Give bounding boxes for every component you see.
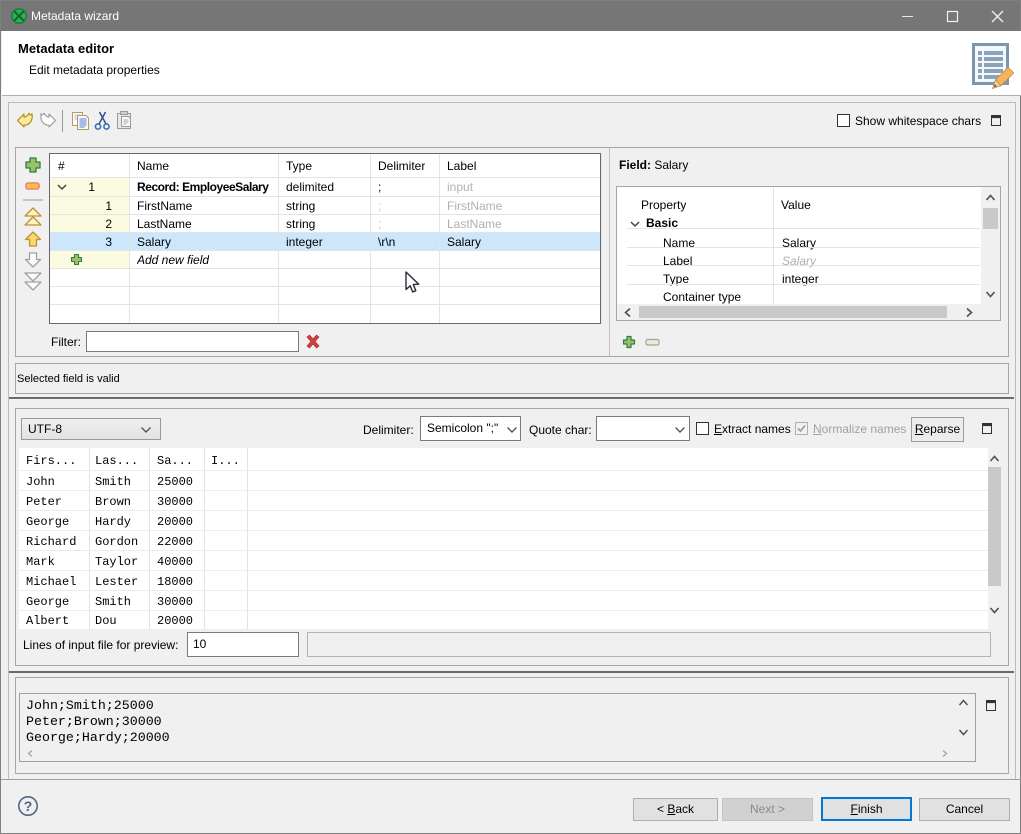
svg-text:?: ? — [24, 798, 33, 814]
